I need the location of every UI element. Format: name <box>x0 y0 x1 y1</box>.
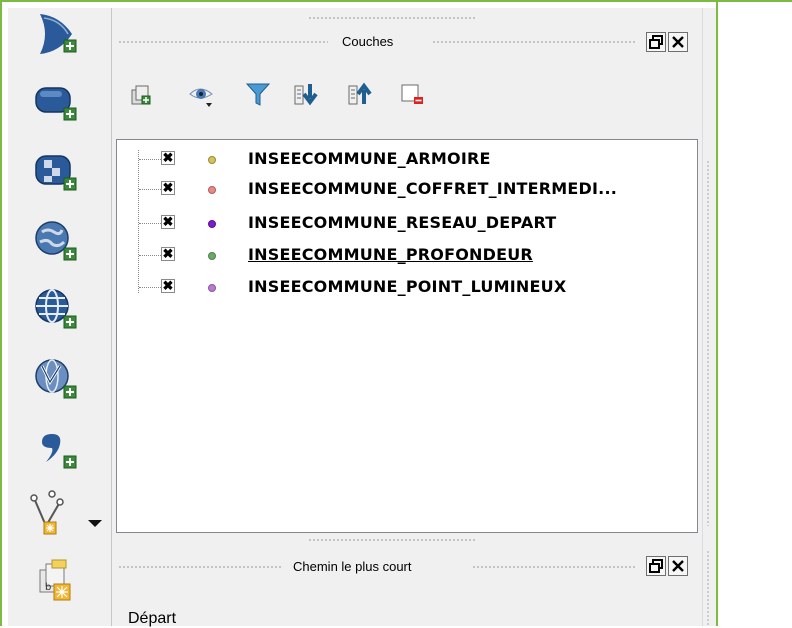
close-panel-button[interactable] <box>668 556 688 576</box>
add-group-icon[interactable] <box>128 80 156 108</box>
window-frame-left <box>0 0 2 626</box>
add-wms-layer-icon[interactable] <box>30 214 82 266</box>
layer-name: INSEECOMMUNE_PROFONDEUR <box>248 245 533 264</box>
window-frame-top <box>0 0 792 2</box>
layer-visibility-checkbox[interactable]: ✖ <box>161 247 175 261</box>
tree-connector <box>139 159 161 160</box>
layer-symbol-icon[interactable] <box>208 220 216 228</box>
chevron-down-icon[interactable] <box>88 520 102 527</box>
layer-name: INSEECOMMUNE_POINT_LUMINEUX <box>248 277 567 296</box>
restore-window-button[interactable] <box>646 32 666 52</box>
svg-text:b: b <box>45 582 51 593</box>
layer-visibility-checkbox[interactable]: ✖ <box>161 151 175 165</box>
departure-label: Départ <box>128 610 177 627</box>
dock-grip[interactable] <box>118 40 328 44</box>
layer-name: INSEECOMMUNE_COFFRET_INTERMEDI... <box>248 179 618 198</box>
tree-connector <box>139 287 161 288</box>
close-panel-button[interactable] <box>668 32 688 52</box>
dock-grip[interactable] <box>308 16 476 20</box>
layer-visibility-checkbox[interactable]: ✖ <box>161 215 175 229</box>
layer-symbol-icon[interactable] <box>208 252 216 260</box>
dock-grip[interactable] <box>308 538 476 542</box>
add-wfs-layer-icon[interactable] <box>30 282 82 334</box>
add-spatialite-layer-icon[interactable] <box>30 422 82 474</box>
layer-name: INSEECOMMUNE_RESEAU_DEPART <box>248 213 557 232</box>
remove-layer-icon[interactable] <box>398 80 426 108</box>
add-virtual-layer-icon[interactable]: b <box>30 556 82 608</box>
layer-row[interactable]: ✖ INSEECOMMUNE_COFFRET_INTERMEDI... <box>117 176 697 202</box>
layers-panel-title: Couches <box>342 34 394 49</box>
close-icon <box>672 36 684 48</box>
layer-row[interactable]: ✖ INSEECOMMUNE_RESEAU_DEPART <box>117 210 697 236</box>
new-shapefile-layer-icon[interactable] <box>30 486 82 538</box>
layers-tree[interactable]: ✖ INSEECOMMUNE_ARMOIRE ✖ INSEECOMMUNE_COFFR… <box>116 139 698 533</box>
layer-symbol-icon[interactable] <box>208 156 216 164</box>
restore-window-icon <box>649 35 663 49</box>
layer-symbol-icon[interactable] <box>208 284 216 292</box>
layer-row[interactable]: ✖ INSEECOMMUNE_PROFONDEUR <box>117 242 697 268</box>
dock-grip[interactable] <box>118 565 282 569</box>
window-frame-right <box>716 0 718 626</box>
expand-all-icon[interactable] <box>292 80 320 108</box>
filter-legend-icon[interactable] <box>244 80 272 108</box>
dock-grip[interactable] <box>432 40 636 44</box>
restore-window-icon <box>649 559 663 573</box>
layer-row[interactable]: ✖ INSEECOMMUNE_POINT_LUMINEUX <box>117 274 697 300</box>
restore-window-button[interactable] <box>646 556 666 576</box>
add-vector-layer-icon[interactable] <box>30 74 82 126</box>
dock-grip-vertical[interactable] <box>706 160 710 526</box>
manage-visibility-icon[interactable] <box>188 80 216 108</box>
layer-name: INSEECOMMUNE_ARMOIRE <box>248 149 491 168</box>
layer-row[interactable]: ✖ INSEECOMMUNE_ARMOIRE <box>117 146 697 172</box>
layer-symbol-icon[interactable] <box>208 186 216 194</box>
add-wcs-layer-icon[interactable] <box>30 352 82 404</box>
dock-grip[interactable] <box>472 565 636 569</box>
layer-visibility-checkbox[interactable]: ✖ <box>161 279 175 293</box>
tree-connector <box>139 189 161 190</box>
tree-connector <box>139 255 161 256</box>
layer-visibility-checkbox[interactable]: ✖ <box>161 181 175 195</box>
add-raster-layer-icon[interactable] <box>30 144 82 196</box>
close-icon <box>672 560 684 572</box>
shortest-path-panel-title: Chemin le plus court <box>293 559 412 574</box>
tree-connector <box>139 223 161 224</box>
dock-grip-vertical-lower[interactable] <box>706 550 710 626</box>
collapse-all-icon[interactable] <box>346 80 374 108</box>
add-delimited-text-layer-icon[interactable] <box>30 8 82 60</box>
layer-toolbar: b <box>8 8 112 626</box>
